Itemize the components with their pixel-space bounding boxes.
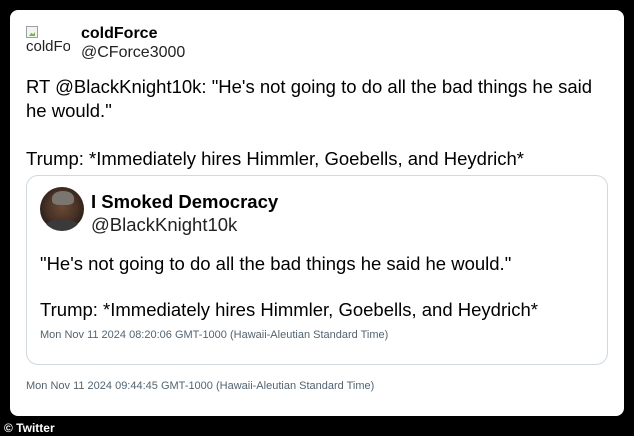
quoted-text-line: Trump: *Immediately hires Himmler, Goebe… (40, 299, 538, 320)
quoted-author-name[interactable]: I Smoked Democracy (91, 191, 278, 213)
screenshot-frame: coldForce coldForce @CForce3000 RT @Blac… (0, 0, 634, 436)
quoted-author-avatar[interactable] (40, 187, 84, 231)
author-handle[interactable]: @CForce3000 (81, 44, 185, 62)
quoted-tweet[interactable]: I Smoked Democracy @BlackKnight10k "He's… (26, 175, 608, 365)
tweet-timestamp: Mon Nov 11 2024 09:44:45 GMT-1000 (Hawai… (26, 380, 375, 392)
quoted-author-handle[interactable]: @BlackKnight10k (91, 214, 237, 236)
avatar-alt-text: coldForce (26, 38, 70, 55)
author-name[interactable]: coldForce (81, 25, 157, 43)
quoted-tweet-text: "He's not going to do all the bad things… (40, 252, 600, 322)
author-avatar[interactable]: coldForce (26, 24, 70, 64)
quoted-tweet-timestamp: Mon Nov 11 2024 08:20:06 GMT-1000 (Hawai… (40, 329, 389, 341)
image-credit: © Twitter (4, 421, 55, 435)
tweet-text-line: RT @BlackKnight10k: "He's not going to d… (26, 76, 593, 121)
quoted-text-line: "He's not going to do all the bad things… (40, 253, 512, 274)
broken-image-icon (26, 26, 38, 38)
tweet-author[interactable]: coldForce coldForce @CForce3000 (26, 24, 326, 64)
tweet-text: RT @BlackKnight10k: "He's not going to d… (26, 75, 606, 171)
tweet-text-line: Trump: *Immediately hires Himmler, Goebe… (26, 148, 524, 169)
